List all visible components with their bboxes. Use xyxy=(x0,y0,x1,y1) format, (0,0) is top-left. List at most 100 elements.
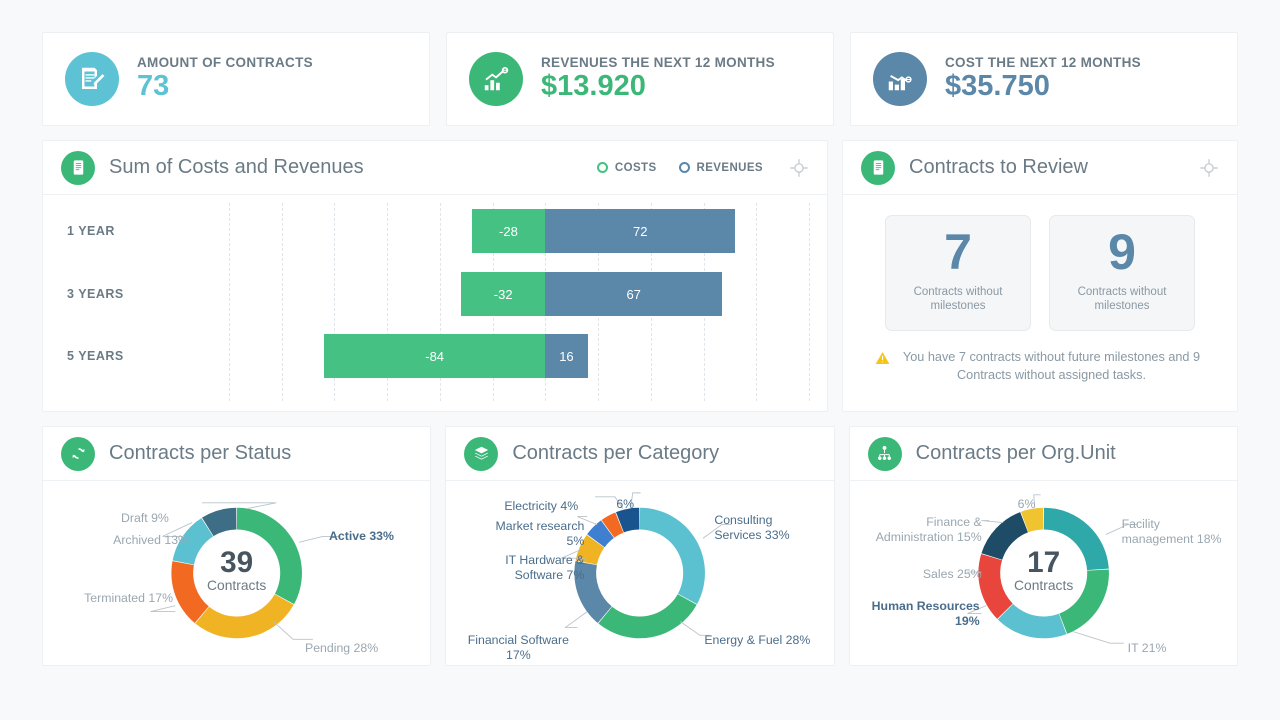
review-tile-without-milestones-9[interactable]: 9 Contracts without milestones xyxy=(1049,215,1195,331)
bar-segment-revenues[interactable]: 72 xyxy=(545,209,736,253)
document-edit-icon xyxy=(82,67,105,89)
category-label-consulting-services: Consulting Services 33% xyxy=(714,513,790,543)
donut-center-label: Contracts xyxy=(207,577,266,593)
donut-segment[interactable] xyxy=(598,594,698,639)
donut-segment[interactable] xyxy=(171,561,209,624)
target-icon[interactable] xyxy=(789,158,809,178)
bar-category-label: 1 YEAR xyxy=(67,224,115,238)
bar-segment-revenues[interactable]: 67 xyxy=(545,272,722,316)
category-label-it-hardware-software: IT Hardware & Software 7% xyxy=(505,553,585,583)
refresh-cycle-icon-circle xyxy=(61,436,95,471)
layers-icon-circle xyxy=(464,436,499,471)
legend-label: REVENUES xyxy=(696,161,763,174)
cost-chart-icon xyxy=(888,75,912,91)
kpi-text: COST THE NEXT 12 MONTHS $35.750 xyxy=(945,55,1141,102)
panel-contracts-per-status: Contracts per Status 39 Contracts Draft 9… xyxy=(42,426,432,666)
kpi-value: $35.750 xyxy=(945,70,1050,103)
kpi-text: AMOUNT OF CONTRACTS 73 xyxy=(137,55,313,102)
kpi-value: 73 xyxy=(137,70,170,103)
donut-segment[interactable] xyxy=(981,512,1028,560)
panel-body: 39 Contracts Draft 9% Archived 13% Termin… xyxy=(43,481,430,665)
revenue-chart-icon xyxy=(484,67,509,91)
panel-title: Contracts per Org.Unit xyxy=(915,442,1116,464)
review-tile-without-milestones-7[interactable]: 7 Contracts without milestones xyxy=(885,215,1031,331)
kpi-label: AMOUNT OF CONTRACTS xyxy=(137,55,313,71)
warning-text: You have 7 contracts without future mile… xyxy=(902,350,1201,382)
status-label-archived: Archived 13% xyxy=(113,533,189,547)
panel-title: Sum of Costs and Revenues xyxy=(109,156,364,178)
orgunit-label-sales: Sales 25% xyxy=(922,567,982,581)
bar-segment-revenues[interactable]: 16 xyxy=(545,334,588,378)
panel-header: Contracts per Status xyxy=(43,427,431,481)
panel-header: Contracts to Review xyxy=(843,141,1237,195)
status-label-pending: Pending 28% xyxy=(305,641,379,655)
category-label-electricity: Electricity 4% xyxy=(504,499,579,513)
bar-chart: 1 YEAR -28 72 3 YEARS -32 67 5 YEARS -84 16 xyxy=(43,195,827,411)
chart-legend: COSTS REVENUES xyxy=(596,161,763,174)
category-label-six: 6% xyxy=(616,497,635,511)
orgunit-label-six: 6% xyxy=(1017,497,1036,511)
orgunit-donut-chart: 17 Contracts 6% Finance & Administration … xyxy=(850,481,1237,665)
panel-body: 1 YEAR -28 72 3 YEARS -32 67 5 YEARS -84 16 xyxy=(43,195,827,411)
panel-contracts-per-orgunit: Contracts per Org.Unit 17 Contracts 6% Fi… xyxy=(848,426,1238,666)
panel-header: Contracts per Category xyxy=(446,427,834,481)
status-donut-chart: 39 Contracts Draft 9% Archived 13% Termin… xyxy=(43,481,430,665)
second-row: Sum of Costs and Revenues COSTS REVENUES xyxy=(42,140,1238,412)
kpi-label: COST THE NEXT 12 MONTHS xyxy=(945,55,1141,71)
document-edit-icon-circle xyxy=(65,52,119,106)
leader-line xyxy=(564,611,588,628)
status-label-draft: Draft 9% xyxy=(121,511,169,525)
bar-segment-costs[interactable]: -84 xyxy=(323,334,546,378)
kpi-card-cost-next-12-months[interactable]: COST THE NEXT 12 MONTHS $35.750 xyxy=(850,32,1238,126)
target-icon[interactable] xyxy=(1199,158,1219,178)
leader-line xyxy=(150,605,176,613)
legend-dot-costs xyxy=(596,162,608,173)
dashboard-root: AMOUNT OF CONTRACTS 73 REVENUES THE NEXT… xyxy=(0,0,1280,720)
panel-sum-of-costs-and-revenues: Sum of Costs and Revenues COSTS REVENUES xyxy=(42,140,828,412)
orgunit-label-facility-management: Facility management 18% xyxy=(1121,517,1222,547)
donut-segment[interactable] xyxy=(997,603,1067,639)
kpi-row: AMOUNT OF CONTRACTS 73 REVENUES THE NEXT… xyxy=(42,32,1238,126)
kpi-card-revenues-next-12-months[interactable]: REVENUES THE NEXT 12 MONTHS $13.920 xyxy=(446,32,834,126)
donut-center-value: 17 xyxy=(1027,546,1060,579)
hierarchy-icon-circle xyxy=(867,436,902,471)
kpi-card-amount-of-contracts[interactable]: AMOUNT OF CONTRACTS 73 xyxy=(42,32,430,126)
leader-line xyxy=(1071,630,1124,644)
bar-segment-costs[interactable]: -32 xyxy=(461,272,546,316)
refresh-cycle-icon xyxy=(71,448,85,459)
donut-center-value: 39 xyxy=(220,546,253,579)
donut-segment[interactable] xyxy=(640,507,706,605)
kpi-label: REVENUES THE NEXT 12 MONTHS xyxy=(541,55,775,71)
donut-segment[interactable] xyxy=(195,594,294,639)
category-label-energy-fuel: Energy & Fuel 28% xyxy=(704,633,811,647)
donut-segment[interactable] xyxy=(978,553,1013,619)
bar-row[interactable]: 1 YEAR -28 72 xyxy=(43,209,827,253)
revenue-chart-icon-circle xyxy=(469,52,523,106)
document-list-icon xyxy=(73,160,83,175)
tile-value: 7 xyxy=(944,223,972,280)
bar-row[interactable]: 5 YEARS -84 16 xyxy=(43,334,827,378)
legend-item-costs[interactable]: COSTS xyxy=(596,162,657,174)
panel-body: 7 Contracts without milestones 9 Contrac… xyxy=(843,195,1237,411)
panel-title: Contracts per Status xyxy=(109,442,292,464)
category-donut-chart: Electricity 4% 6% Market research 5% IT … xyxy=(446,481,833,665)
cost-chart-icon-circle xyxy=(873,52,927,106)
panel-title: Contracts to Review xyxy=(909,156,1088,178)
kpi-value: $13.920 xyxy=(541,70,646,103)
tile-label: Contracts without milestones xyxy=(1077,285,1167,312)
status-label-terminated: Terminated 17% xyxy=(84,591,173,605)
third-row: Contracts per Status 39 Contracts Draft 9… xyxy=(42,426,1238,666)
bar-segment-costs[interactable]: -28 xyxy=(471,209,546,253)
legend-item-revenues[interactable]: REVENUES xyxy=(678,161,763,174)
panel-contracts-per-category: Contracts per Category Electricity 4% 6%… xyxy=(445,426,835,666)
orgunit-label-finance-administration: Finance & Administration 15% xyxy=(875,515,982,545)
status-label-active: Active 33% xyxy=(329,529,394,543)
panel-body: 17 Contracts 6% Finance & Administration … xyxy=(850,481,1237,665)
legend-dot-revenues xyxy=(678,162,690,173)
panel-header: Contracts per Org.Unit xyxy=(849,427,1237,481)
panel-title: Contracts per Category xyxy=(512,442,720,464)
panel-header: Sum of Costs and Revenues COSTS REVENUES xyxy=(43,141,827,195)
document-list-icon-circle xyxy=(861,150,895,185)
bar-row[interactable]: 3 YEARS -32 67 xyxy=(43,272,827,316)
bar-category-label: 3 YEARS xyxy=(67,287,124,301)
